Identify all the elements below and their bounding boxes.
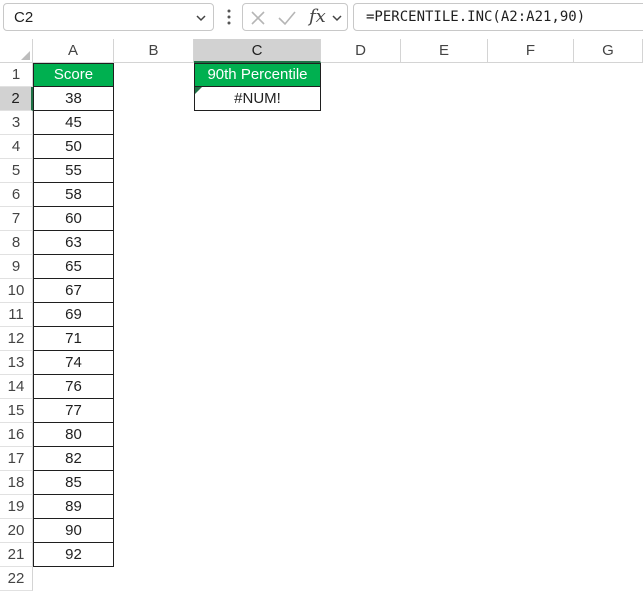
score-cell[interactable]: 67 (33, 279, 114, 303)
score-cell[interactable]: 76 (33, 375, 114, 399)
score-cell[interactable]: 71 (33, 327, 114, 351)
score-cell[interactable]: 60 (33, 207, 114, 231)
spreadsheet-grid: ABCDEFG 1 2 3 4 5 6 7 8 9 10 11 12 13 14 15 16 17 18 19 20 2… (0, 39, 643, 591)
row-header-12[interactable]: 12 (0, 327, 33, 351)
score-cell[interactable]: 63 (33, 231, 114, 255)
row-header-22[interactable]: 22 (0, 567, 33, 591)
row-header-18[interactable]: 18 (0, 471, 33, 495)
row-header-7[interactable]: 7 (0, 207, 33, 231)
score-cell[interactable]: 74 (33, 351, 114, 375)
row-header-17[interactable]: 17 (0, 447, 33, 471)
row-header-10[interactable]: 10 (0, 279, 33, 303)
row-header-3[interactable]: 3 (0, 111, 33, 135)
row-header-4[interactable]: 4 (0, 135, 33, 159)
row-header-6[interactable]: 6 (0, 183, 33, 207)
score-cell[interactable]: 65 (33, 255, 114, 279)
score-cell[interactable]: 89 (33, 495, 114, 519)
score-cell[interactable]: 38 (33, 87, 114, 111)
row-header-20[interactable]: 20 (0, 519, 33, 543)
insert-function-icon[interactable]: fx (309, 6, 326, 27)
column-header-d[interactable]: D (321, 39, 401, 63)
formula-text: =PERCENTILE.INC(A2:A21,90) (366, 9, 586, 25)
score-cell[interactable]: 69 (33, 303, 114, 327)
column-header-f[interactable]: F (488, 39, 574, 63)
score-cell[interactable]: 85 (33, 471, 114, 495)
chevron-down-icon[interactable] (331, 12, 343, 24)
row-header-21[interactable]: 21 (0, 543, 33, 567)
cancel-icon[interactable] (250, 10, 266, 26)
name-box[interactable]: C2 (3, 3, 214, 31)
score-cell[interactable]: 55 (33, 159, 114, 183)
row-header-5[interactable]: 5 (0, 159, 33, 183)
column-header-e[interactable]: E (401, 39, 488, 63)
enter-check-icon[interactable] (277, 10, 297, 26)
score-cell[interactable]: 90 (33, 519, 114, 543)
score-cell[interactable]: 82 (33, 447, 114, 471)
column-header-g[interactable]: G (574, 39, 643, 63)
column-header-b[interactable]: B (114, 39, 194, 63)
row-header-14[interactable]: 14 (0, 375, 33, 399)
row-header-11[interactable]: 11 (0, 303, 33, 327)
score-cell[interactable]: 50 (33, 135, 114, 159)
score-header-cell[interactable]: Score (33, 63, 114, 87)
percentile-header-cell[interactable]: 90th Percentile (194, 63, 321, 87)
percentile-result-value: #NUM! (234, 90, 281, 107)
score-cell[interactable]: 45 (33, 111, 114, 135)
formula-bar: C2 fx =PERCENTILE.INC(A2:A21,90) (0, 0, 643, 36)
score-cell[interactable]: 77 (33, 399, 114, 423)
score-cell[interactable]: 92 (33, 543, 114, 567)
column-header-c[interactable]: C (194, 39, 321, 63)
score-cell[interactable]: 58 (33, 183, 114, 207)
name-box-value: C2 (14, 9, 34, 26)
more-options-icon[interactable] (226, 8, 232, 26)
formula-input[interactable]: =PERCENTILE.INC(A2:A21,90) (353, 3, 643, 31)
formula-controls: fx (242, 3, 348, 31)
column-header-a[interactable]: A (33, 39, 114, 63)
score-cell[interactable]: 80 (33, 423, 114, 447)
row-header-9[interactable]: 9 (0, 255, 33, 279)
row-header-19[interactable]: 19 (0, 495, 33, 519)
row-header-15[interactable]: 15 (0, 399, 33, 423)
row-header-13[interactable]: 13 (0, 351, 33, 375)
row-header-2[interactable]: 2 (0, 87, 33, 111)
percentile-result-cell[interactable]: #NUM! (194, 87, 321, 111)
chevron-down-icon[interactable] (195, 12, 207, 24)
error-indicator-icon[interactable] (195, 87, 202, 94)
select-all-icon (21, 51, 30, 60)
row-header-8[interactable]: 8 (0, 231, 33, 255)
row-header-1[interactable]: 1 (0, 63, 33, 87)
row-header-16[interactable]: 16 (0, 423, 33, 447)
select-all-corner[interactable] (0, 39, 33, 63)
